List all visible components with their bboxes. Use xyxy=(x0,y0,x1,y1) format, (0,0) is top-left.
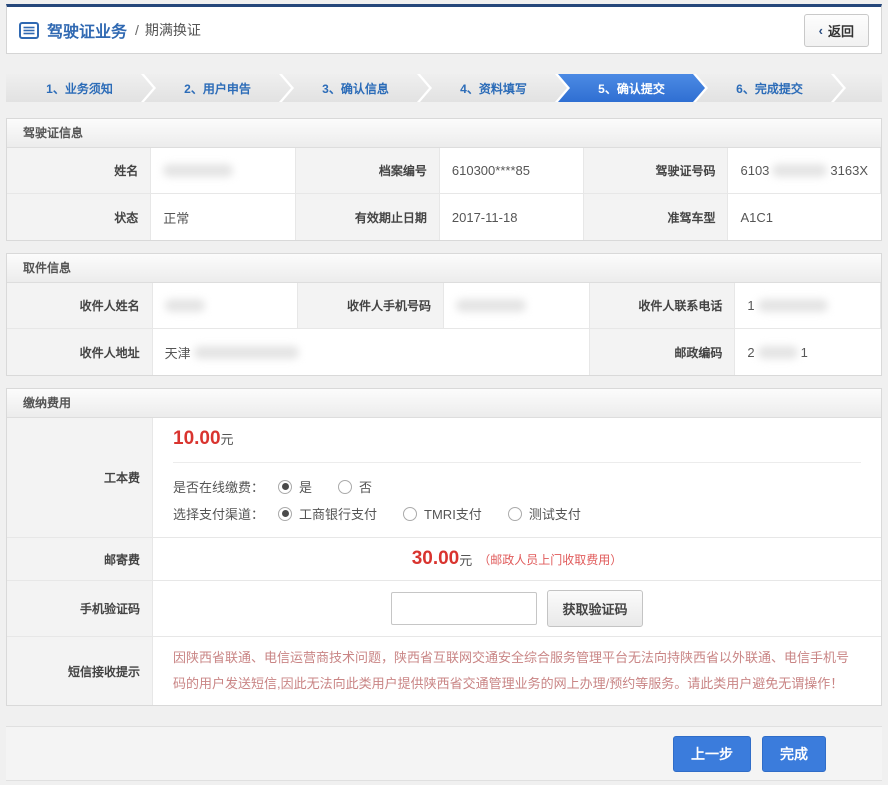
finish-button[interactable]: 完成 xyxy=(762,736,826,772)
radio-channel-test[interactable]: 测试支付 xyxy=(508,504,581,523)
recipient-address-label: 收件人地址 xyxy=(7,329,153,375)
captcha-input[interactable] xyxy=(391,592,537,625)
breadcrumb-current: 期满换证 xyxy=(145,20,201,40)
license-no-label: 驾驶证号码 xyxy=(584,148,728,194)
pickup-section-title: 取件信息 xyxy=(7,254,881,283)
redacted-recipient-mobile xyxy=(456,299,526,312)
radio-unselected-icon xyxy=(508,507,522,521)
redacted-postcode xyxy=(758,346,798,359)
step-4-fill-data[interactable]: 4、资料填写 xyxy=(420,74,567,102)
sms-tip-cell: 因陕西省联通、电信运营商技术问题，陕西省互联网交通安全综合服务管理平台无法向持陕… xyxy=(153,637,881,705)
redacted-recipient-address xyxy=(194,346,299,359)
recipient-mobile-value xyxy=(444,283,590,329)
divider xyxy=(173,462,861,463)
expiry-label: 有效期止日期 xyxy=(296,194,440,240)
step-1-business-notice[interactable]: 1、业务须知 xyxy=(6,74,153,102)
work-fee-label: 工本费 xyxy=(7,418,153,538)
license-section-title: 驾驶证信息 xyxy=(7,119,881,148)
redacted-recipient-name xyxy=(165,299,205,312)
file-no-value: 610300****85 xyxy=(440,148,584,194)
radio-online-yes[interactable]: 是 xyxy=(278,477,312,496)
chevron-left-icon: ‹ xyxy=(819,23,823,38)
pay-channel-question: 选择支付渠道： xyxy=(173,504,264,523)
work-fee-amount-line: 10.00元 xyxy=(173,428,861,450)
captcha-cell: 获取验证码 xyxy=(153,581,881,637)
step-2-user-declaration[interactable]: 2、用户申告 xyxy=(144,74,291,102)
page-title: 驾驶证业务 xyxy=(47,18,127,42)
radio-unselected-icon xyxy=(338,480,352,494)
recipient-name-value xyxy=(153,283,299,329)
back-button[interactable]: ‹ 返回 xyxy=(804,14,869,47)
step-5-confirm-submit[interactable]: 5、确认提交 xyxy=(558,74,705,102)
get-code-button[interactable]: 获取验证码 xyxy=(547,590,642,627)
radio-channel-tmri[interactable]: TMRI支付 xyxy=(403,504,482,523)
vehicle-class-value: A1C1 xyxy=(728,194,881,240)
captcha-label: 手机验证码 xyxy=(7,581,153,637)
vehicle-class-label: 准驾车型 xyxy=(584,194,728,240)
radio-selected-icon xyxy=(278,507,292,521)
fees-section: 缴纳费用 工本费 10.00元 是否在线缴费： 是 否 xyxy=(6,388,882,706)
recipient-phone-value: 1 xyxy=(735,283,881,329)
radio-unselected-icon xyxy=(403,507,417,521)
online-pay-question-row: 是否在线缴费： 是 否 xyxy=(173,473,861,500)
postcode-label: 邮政编码 xyxy=(590,329,736,375)
pay-channel-question-row: 选择支付渠道： 工商银行支付 TMRI支付 测试支付 xyxy=(173,500,861,527)
postage-note: （邮政人员上门收取费用） xyxy=(478,551,622,568)
footer-action-bar: 上一步 完成 xyxy=(6,726,882,781)
redacted-name xyxy=(163,164,233,177)
online-pay-question: 是否在线缴费： xyxy=(173,477,264,496)
postcode-value: 21 xyxy=(735,329,881,375)
radio-online-no[interactable]: 否 xyxy=(338,477,372,496)
page-header: 驾驶证业务 / 期满换证 ‹ 返回 xyxy=(6,4,882,54)
postage-cell: 30.00元 （邮政人员上门收取费用） xyxy=(153,538,881,581)
sms-tip-label: 短信接收提示 xyxy=(7,637,153,705)
recipient-name-label: 收件人姓名 xyxy=(7,283,153,329)
step-wizard: 1、业务须知 2、用户申告 3、确认信息 4、资料填写 5、确认提交 6、完成提… xyxy=(6,74,882,102)
expiry-value: 2017-11-18 xyxy=(440,194,584,240)
work-fee-amount: 10.00 xyxy=(173,428,221,449)
step-3-confirm-info[interactable]: 3、确认信息 xyxy=(282,74,429,102)
radio-channel-icbc-label: 工商银行支付 xyxy=(299,504,377,523)
work-fee-cell: 10.00元 是否在线缴费： 是 否 选择支付渠道： xyxy=(153,418,881,538)
name-label: 姓名 xyxy=(7,148,151,194)
status-label: 状态 xyxy=(7,194,151,240)
radio-selected-icon xyxy=(278,480,292,494)
radio-online-yes-label: 是 xyxy=(299,477,312,496)
postage-unit: 元 xyxy=(459,550,472,569)
license-info-section: 驾驶证信息 姓名 档案编号 610300****85 驾驶证号码 6103316… xyxy=(6,118,882,241)
postage-label: 邮寄费 xyxy=(7,538,153,581)
back-button-label: 返回 xyxy=(828,21,854,40)
fees-section-title: 缴纳费用 xyxy=(7,389,881,418)
form-list-icon xyxy=(19,22,39,39)
recipient-address-value: 天津 xyxy=(153,329,590,375)
previous-step-button[interactable]: 上一步 xyxy=(673,736,751,772)
step-6-complete-submit[interactable]: 6、完成提交 xyxy=(696,74,843,102)
license-no-value: 61033163X xyxy=(728,148,881,194)
name-value xyxy=(151,148,295,194)
recipient-mobile-label: 收件人手机号码 xyxy=(298,283,444,329)
radio-channel-test-label: 测试支付 xyxy=(529,504,581,523)
breadcrumb-separator: / xyxy=(135,22,139,38)
work-fee-unit: 元 xyxy=(221,432,234,447)
page: 驾驶证业务 / 期满换证 ‹ 返回 1、业务须知 2、用户申告 3、确认信息 4… xyxy=(0,0,888,785)
status-value: 正常 xyxy=(151,194,295,240)
recipient-phone-label: 收件人联系电话 xyxy=(590,283,736,329)
redacted-recipient-phone xyxy=(758,299,828,312)
radio-online-no-label: 否 xyxy=(359,477,372,496)
radio-channel-tmri-label: TMRI支付 xyxy=(424,504,482,523)
redacted-license-no xyxy=(772,164,827,177)
file-no-label: 档案编号 xyxy=(296,148,440,194)
radio-channel-icbc[interactable]: 工商银行支付 xyxy=(278,504,377,523)
postage-amount: 30.00 xyxy=(412,548,460,570)
sms-tip-text: 因陕西省联通、电信运营商技术问题，陕西省互联网交通安全综合服务管理平台无法向持陕… xyxy=(153,637,881,705)
pickup-info-section: 取件信息 收件人姓名 收件人手机号码 收件人联系电话 1 收件人地址 天津 邮政… xyxy=(6,253,882,376)
